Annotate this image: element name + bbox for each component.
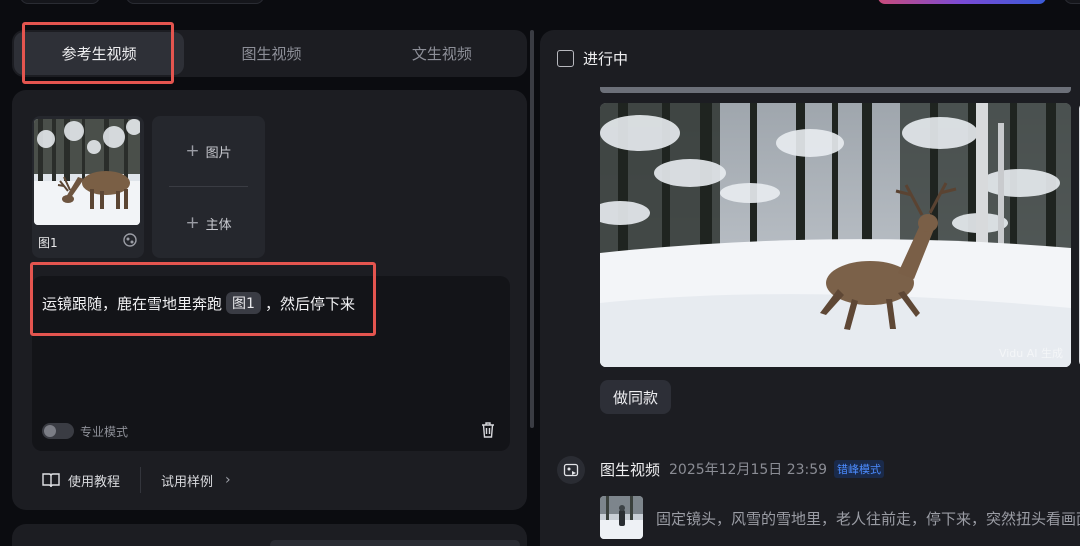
card-footer: 使用教程 试用样例 › (32, 464, 510, 496)
previous-result-edge (600, 87, 1071, 93)
prompt-text[interactable]: 运镜跟随，鹿在雪地里奔跑 图1 ，然后停下来 (42, 292, 355, 314)
status-badge: 错峰模式 (834, 460, 884, 478)
add-reference-box: + 图片 + 主体 (152, 116, 265, 258)
task-title: 图生视频 (600, 461, 661, 479)
plus-icon: + (185, 213, 200, 233)
swap-icon[interactable] (122, 232, 138, 248)
in-progress-label: 进行中 (583, 50, 629, 68)
pro-mode-toggle[interactable] (42, 423, 74, 439)
trash-icon[interactable] (480, 421, 496, 439)
prompt-text-after: ，然后停下来 (264, 294, 355, 313)
watermark: Vidu AI 生成 (998, 347, 1063, 360)
result-video-preview[interactable]: Vidu AI 生成 (600, 103, 1071, 367)
prompt-reference-chip[interactable]: 图1 (226, 292, 261, 314)
reference-thumbnail (34, 119, 140, 225)
top-button-left[interactable] (20, 0, 100, 4)
bottom-pill (270, 540, 520, 546)
examples-link[interactable]: 试用样例 (161, 471, 213, 490)
prompt-text-before: 运镜跟随，鹿在雪地里奔跑 (42, 294, 223, 313)
add-subject-label: 主体 (205, 217, 232, 233)
reference-card: 图1 + 图片 + 主体 运镜跟随，鹿在雪地里奔跑 图1 ，然后停下来 专业模式… (12, 90, 527, 510)
tab-reference-video[interactable]: 参考生视频 (14, 32, 185, 75)
left-scrollbar[interactable] (530, 30, 534, 428)
reference-image-label: 图1 (38, 236, 58, 250)
add-image-label: 图片 (205, 145, 232, 161)
pro-mode-label: 专业模式 (80, 425, 129, 439)
make-same-button[interactable]: 做同款 (600, 380, 671, 414)
app-root: 参考生视频 图生视频 文生视频 图1 + 图片 + 主体 运镜跟随，鹿在雪地里奔… (0, 0, 1080, 546)
task-thumbnail[interactable] (600, 496, 643, 539)
image-video-icon (557, 456, 585, 484)
add-image-button[interactable]: + 图片 (152, 116, 265, 186)
tutorial-link[interactable]: 使用教程 (68, 471, 120, 490)
add-subject-button[interactable]: + 主体 (152, 188, 265, 258)
task-timestamp: 2025年12月15日 23:59 (669, 462, 828, 478)
mode-tabs: 参考生视频 图生视频 文生视频 (12, 30, 527, 77)
book-icon (42, 473, 60, 488)
plus-icon: + (185, 141, 200, 161)
add-divider (169, 186, 248, 187)
in-progress-checkbox[interactable] (557, 50, 574, 67)
result-panel: 进行中 Vidu AI 生成 做同款 图生视频 2025年12月15日 23:5… (540, 30, 1080, 546)
tab-image-to-video[interactable]: 图生视频 (186, 30, 356, 77)
footer-divider (140, 467, 142, 493)
chevron-right-icon[interactable]: › (225, 472, 231, 488)
task-description: 固定镜头，风雪的雪地里，老人往前走，停下来，突然扭头看画面 (656, 510, 1080, 528)
reference-image-card[interactable]: 图1 (32, 116, 144, 258)
tab-text-to-video[interactable]: 文生视频 (357, 30, 527, 77)
top-button-center[interactable] (126, 0, 264, 4)
top-gradient-button[interactable] (878, 0, 1046, 4)
top-button-right[interactable] (1064, 0, 1080, 4)
prompt-input[interactable]: 运镜跟随，鹿在雪地里奔跑 图1 ，然后停下来 专业模式 (32, 276, 510, 451)
